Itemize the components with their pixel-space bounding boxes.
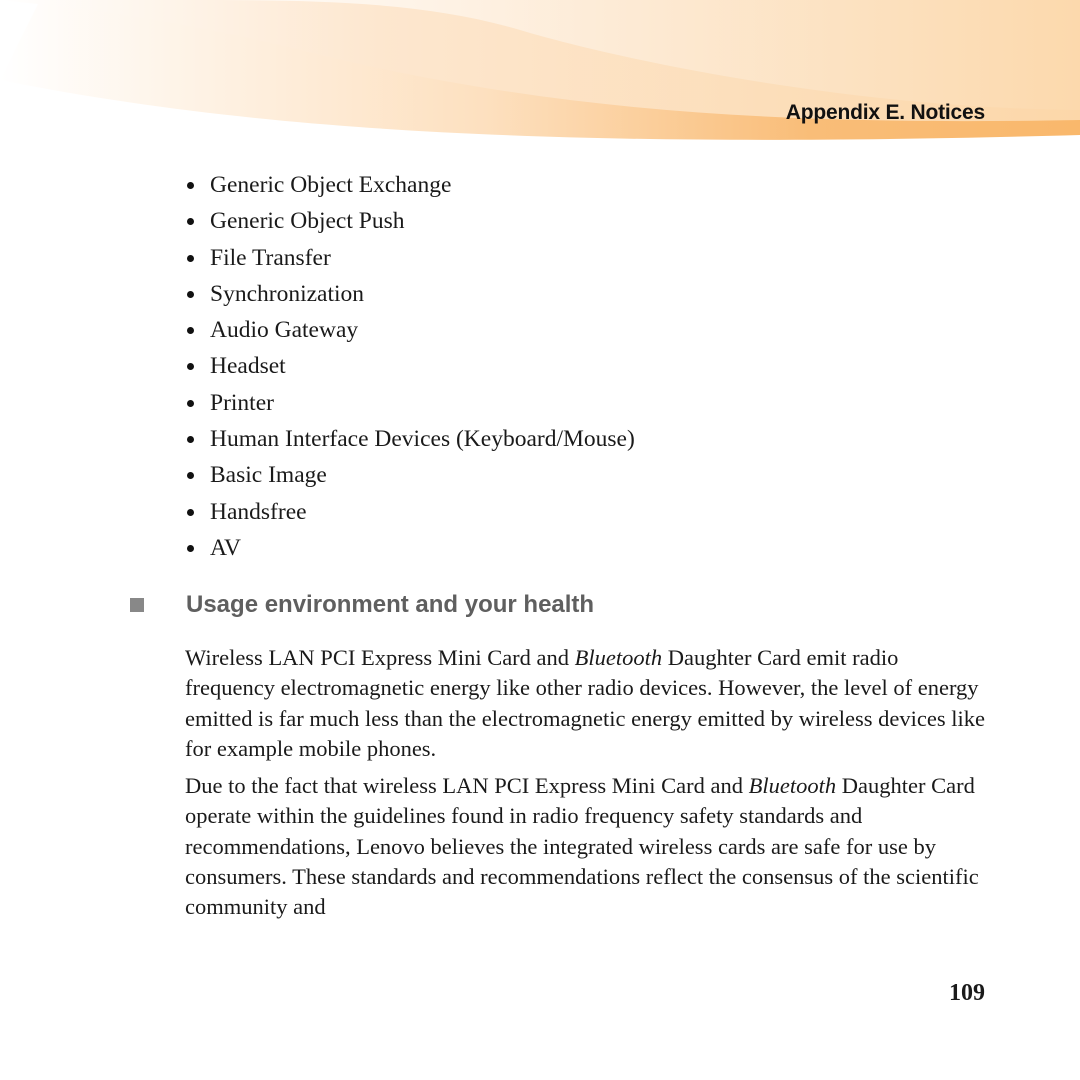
list-item: AV (185, 530, 635, 566)
brand-term: Bluetooth (748, 773, 837, 798)
bullet-icon (187, 399, 194, 407)
header-banner-swoosh (0, 0, 1080, 140)
bullet-icon (187, 182, 194, 189)
section-heading: Usage environment and your health (130, 591, 594, 619)
brand-term: Bluetooth (574, 645, 663, 670)
bullet-icon (187, 472, 194, 480)
bullet-icon (187, 327, 194, 335)
bullet-icon (187, 436, 194, 444)
list-item: Handsfree (185, 494, 635, 530)
list-item: File Transfer (185, 240, 635, 276)
bullet-icon (187, 508, 194, 516)
section-heading-text: Usage environment and your health (186, 591, 595, 618)
list-item: Generic Object Exchange (185, 167, 635, 203)
square-bullet-icon (130, 598, 144, 612)
paragraph: Wireless LAN PCI Express Mini Card and B… (185, 645, 985, 761)
list-item: Basic Image (185, 457, 635, 493)
chapter-header-title: Appendix E. Notices (785, 101, 985, 124)
list-item: Human Interface Devices (Keyboard/Mouse) (185, 421, 635, 457)
list-item: Headset (185, 348, 635, 384)
page-number: 109 (949, 980, 985, 1006)
list-item: Audio Gateway (185, 312, 635, 348)
bullet-icon (187, 290, 194, 298)
bullet-icon (187, 363, 194, 371)
list-item: Printer (185, 385, 635, 421)
list-item: Synchronization (185, 276, 635, 312)
bullet-icon (187, 544, 194, 552)
bluetooth-profiles-list: Generic Object Exchange Generic Object P… (185, 167, 635, 566)
bullet-icon (187, 218, 194, 226)
list-item: Generic Object Push (185, 203, 635, 239)
paragraph: Due to the fact that wireless LAN PCI Ex… (185, 773, 979, 920)
bullet-icon (187, 254, 194, 262)
